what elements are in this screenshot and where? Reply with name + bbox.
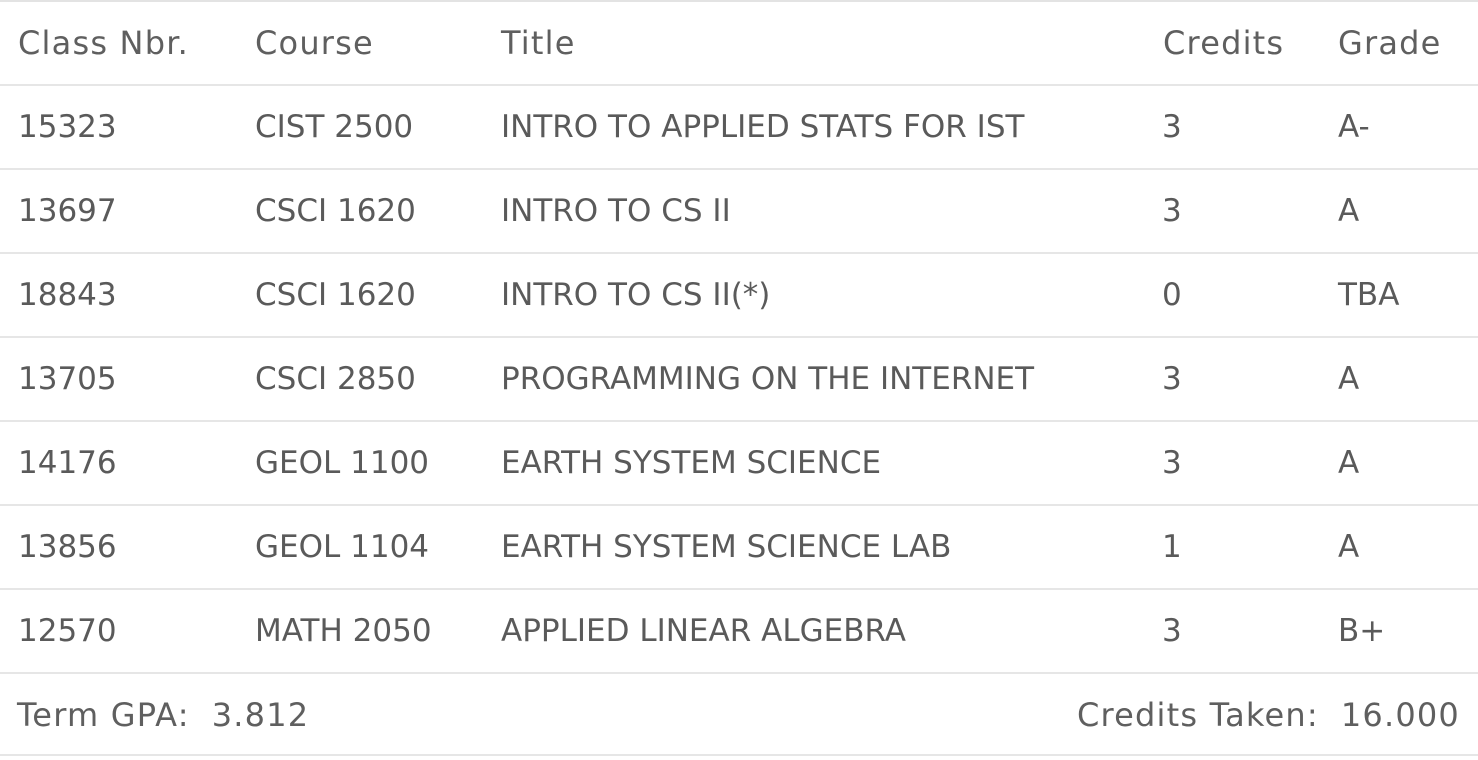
credits-cell: 3 [1162,109,1182,145]
header-course: Course [255,24,374,62]
term-gpa-value: 3.812 [211,696,310,734]
credits-cell: 1 [1162,529,1182,565]
table-row: 13705 CSCI 2850 PROGRAMMING ON THE INTER… [0,338,1478,422]
table-row: 14176 GEOL 1100 EARTH SYSTEM SCIENCE 3 A [0,422,1478,506]
title-cell: EARTH SYSTEM SCIENCE [501,445,882,481]
header-credits: Credits [1163,24,1285,62]
credits-taken-value: 16.000 [1340,696,1460,734]
class-nbr-cell: 12570 [18,613,117,649]
course-cell: CSCI 1620 [255,277,416,313]
credits-cell: 3 [1162,613,1182,649]
table-row: 13697 CSCI 1620 INTRO TO CS II 3 A [0,170,1478,254]
title-cell: EARTH SYSTEM SCIENCE LAB [501,529,952,565]
table-row: 12570 MATH 2050 APPLIED LINEAR ALGEBRA 3… [0,590,1478,674]
credits-cell: 0 [1162,277,1182,313]
title-cell: PROGRAMMING ON THE INTERNET [501,361,1035,397]
table-row: 15323 CIST 2500 INTRO TO APPLIED STATS F… [0,86,1478,170]
class-nbr-cell: 13705 [18,361,117,397]
class-nbr-cell: 15323 [18,109,117,145]
credits-cell: 3 [1162,445,1182,481]
term-summary-row: Term GPA: 3.812 Credits Taken: 16.000 [0,674,1478,756]
class-nbr-cell: 18843 [18,277,117,313]
course-cell: GEOL 1104 [255,529,430,565]
title-cell: INTRO TO APPLIED STATS FOR IST [501,109,1025,145]
table-row: 18843 CSCI 1620 INTRO TO CS II(*) 0 TBA [0,254,1478,338]
course-cell: MATH 2050 [255,613,432,649]
title-cell: INTRO TO CS II [501,193,731,229]
title-cell: APPLIED LINEAR ALGEBRA [501,613,906,649]
class-nbr-cell: 14176 [18,445,117,481]
grade-cell: B+ [1338,613,1386,649]
class-nbr-cell: 13856 [18,529,117,565]
grade-cell: A- [1338,109,1370,145]
table-row: 13856 GEOL 1104 EARTH SYSTEM SCIENCE LAB… [0,506,1478,590]
credits-cell: 3 [1162,361,1182,397]
grade-cell: A [1338,445,1360,481]
grade-cell: A [1338,193,1360,229]
term-gpa-label: Term GPA: [17,696,190,734]
grade-cell: TBA [1338,277,1400,313]
course-cell: CIST 2500 [255,109,414,145]
grade-cell: A [1338,361,1360,397]
course-cell: CSCI 1620 [255,193,416,229]
term-gpa: Term GPA: 3.812 [17,674,309,756]
term-grades-table: Class Nbr. Course Title Credits Grade 15… [0,0,1478,760]
course-cell: CSCI 2850 [255,361,416,397]
course-cell: GEOL 1100 [255,445,430,481]
credits-cell: 3 [1162,193,1182,229]
header-grade: Grade [1338,24,1442,62]
table-header-row: Class Nbr. Course Title Credits Grade [0,2,1478,86]
header-title: Title [501,24,576,62]
credits-taken-label: Credits Taken: [1076,696,1319,734]
title-cell: INTRO TO CS II(*) [501,277,771,313]
header-class-nbr: Class Nbr. [18,24,189,62]
credits-taken: Credits Taken: 16.000 [1077,674,1460,756]
grade-cell: A [1338,529,1360,565]
class-nbr-cell: 13697 [18,193,117,229]
